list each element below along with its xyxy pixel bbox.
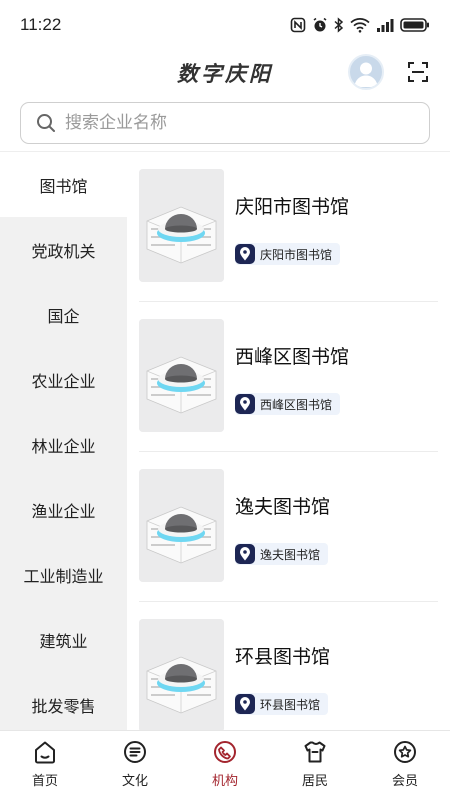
library-building-image [139, 319, 224, 432]
tab-label: 首页 [31, 774, 58, 789]
sidebar-item-label: 农业企业 [31, 371, 96, 391]
sidebar-item-label: 图书馆 [39, 176, 88, 196]
sidebar-item-label: 国企 [47, 306, 80, 326]
status-icons [290, 17, 430, 33]
library-building-image [139, 469, 224, 582]
search-icon [37, 114, 55, 132]
sidebar-item-label: 林业企业 [31, 436, 96, 456]
sidebar-item-label: 工业制造业 [23, 566, 104, 586]
library-building-image [139, 169, 224, 282]
library-tag-label: 西峰区图书馆 [260, 397, 333, 412]
library-tag-label: 庆阳市图书馆 [260, 247, 333, 262]
sidebar-item-agriculture[interactable]: 农业企业 [0, 347, 127, 412]
tab-culture[interactable]: 文化 [90, 731, 180, 800]
alarm-icon [313, 17, 327, 32]
library-tag: 逸夫图书馆 [235, 543, 329, 565]
sidebar-item-library[interactable]: 图书馆 [0, 152, 127, 217]
library-thumbnail [139, 319, 224, 432]
library-card[interactable]: 环县图书馆 环县图书馆 [127, 602, 438, 730]
sidebar-item-label: 渔业企业 [31, 501, 96, 521]
library-list: 庆阳市图书馆 庆阳市图书馆 西峰区图书馆 西峰区图书馆 逸夫图书馆 逸夫图书馆 … [127, 152, 450, 730]
tab-organization[interactable]: 机构 [180, 731, 270, 800]
status-time: 11:22 [20, 15, 62, 34]
library-card[interactable]: 庆阳市图书馆 庆阳市图书馆 [127, 152, 438, 302]
library-thumbnail [139, 169, 224, 282]
tab-label: 会员 [391, 774, 418, 789]
library-name: 逸夫图书馆 [235, 496, 331, 518]
sidebar-item-manufacturing[interactable]: 工业制造业 [0, 542, 127, 607]
status-bar: 11:22 [0, 0, 450, 50]
library-name: 庆阳市图书馆 [235, 196, 350, 218]
tab-resident[interactable]: 居民 [270, 731, 360, 800]
member-icon [394, 741, 416, 763]
sidebar-item-state-owned[interactable]: 国企 [0, 282, 127, 347]
sidebar-item-label: 批发零售 [31, 696, 96, 716]
library-tag-label: 逸夫图书馆 [260, 547, 321, 562]
sidebar-item-label: 党政机关 [31, 241, 96, 261]
user-avatar-icon [354, 62, 378, 87]
location-pin-icon [235, 244, 255, 264]
organization-icon [214, 741, 236, 763]
library-tag: 西峰区图书馆 [235, 393, 341, 415]
library-building-image [139, 619, 224, 730]
search-input[interactable] [65, 113, 385, 133]
library-card[interactable]: 逸夫图书馆 逸夫图书馆 [127, 452, 438, 602]
sidebar-item-government[interactable]: 党政机关 [0, 217, 127, 282]
search-bar[interactable] [20, 102, 430, 144]
wifi-icon [350, 18, 370, 33]
bottom-tab-bar: 首页 文化 机构 居民 会员 [0, 730, 450, 800]
library-card[interactable]: 西峰区图书馆 西峰区图书馆 [127, 302, 438, 452]
nfc-icon [290, 17, 306, 33]
library-tag-label: 环县图书馆 [260, 697, 321, 712]
scan-icon[interactable] [406, 60, 430, 84]
culture-icon [124, 741, 146, 763]
bluetooth-icon [334, 17, 344, 33]
battery-icon [400, 18, 429, 32]
app-header: 数字庆阳 [0, 50, 450, 96]
library-thumbnail [139, 469, 224, 582]
sidebar-item-fishery[interactable]: 渔业企业 [0, 477, 127, 542]
library-tag: 庆阳市图书馆 [235, 243, 341, 265]
sidebar-item-construction[interactable]: 建筑业 [0, 607, 127, 672]
resident-icon [304, 741, 326, 763]
library-thumbnail [139, 619, 224, 730]
sidebar-item-forestry[interactable]: 林业企业 [0, 412, 127, 477]
sidebar-item-wholesale-retail[interactable]: 批发零售 [0, 672, 127, 730]
signal-icon [377, 19, 394, 32]
location-pin-icon [235, 544, 255, 564]
library-name: 环县图书馆 [235, 646, 331, 668]
tab-home[interactable]: 首页 [0, 731, 90, 800]
avatar[interactable] [348, 54, 384, 90]
tab-label: 文化 [121, 774, 148, 789]
location-pin-icon [235, 394, 255, 414]
location-pin-icon [235, 694, 255, 714]
tab-label: 机构 [211, 774, 238, 789]
category-sidebar: 图书馆 党政机关 国企 农业企业 林业企业 渔业企业 工业制造业 建筑业 批发零… [0, 152, 127, 730]
sidebar-item-label: 建筑业 [39, 631, 88, 651]
tab-member[interactable]: 会员 [360, 731, 450, 800]
library-tag: 环县图书馆 [235, 693, 329, 715]
home-icon [35, 741, 55, 764]
tab-label: 居民 [301, 774, 328, 789]
library-name: 西峰区图书馆 [235, 346, 350, 368]
